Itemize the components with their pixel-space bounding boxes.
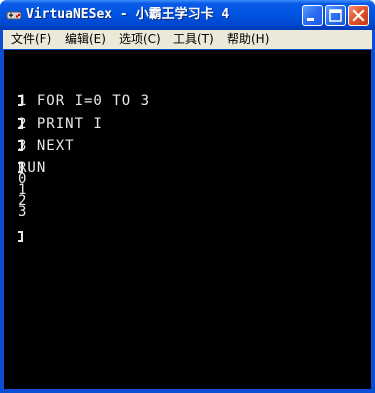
program-line: 3 NEXT <box>18 138 75 154</box>
maximize-button[interactable] <box>325 5 346 26</box>
menu-file[interactable]: 文件(F) <box>9 31 53 48</box>
minimize-button[interactable] <box>302 5 323 26</box>
close-button[interactable] <box>348 5 369 26</box>
menu-tools[interactable]: 工具(T) <box>171 31 216 48</box>
prompt-cursor <box>18 231 23 242</box>
maximize-icon <box>329 9 342 22</box>
output-line: 3 <box>18 204 28 220</box>
app-window: VirtuaNESex - 小霸王学习卡 4 文件(F) 编辑(E) 选项(C)… <box>0 0 375 393</box>
program-line: 2 PRINT I <box>18 116 103 132</box>
minimize-icon <box>307 18 314 21</box>
menu-help[interactable]: 帮助(H) <box>225 31 271 48</box>
nes-controller-icon[interactable] <box>6 7 22 23</box>
close-icon <box>352 9 365 22</box>
menu-bar: 文件(F) 编辑(E) 选项(C) 工具(T) 帮助(H) <box>3 30 372 49</box>
emulator-screen[interactable]: 1 FOR I=0 TO 3 2 PRINT I 3 NEXT RUN 0 1 … <box>4 50 371 389</box>
menu-options[interactable]: 选项(C) <box>117 31 163 48</box>
menu-edit[interactable]: 编辑(E) <box>63 31 108 48</box>
window-title: VirtuaNESex - 小霸王学习卡 4 <box>26 7 230 22</box>
program-line: 1 FOR I=0 TO 3 <box>18 93 151 109</box>
title-bar[interactable]: VirtuaNESex - 小霸王学习卡 4 <box>0 0 375 30</box>
